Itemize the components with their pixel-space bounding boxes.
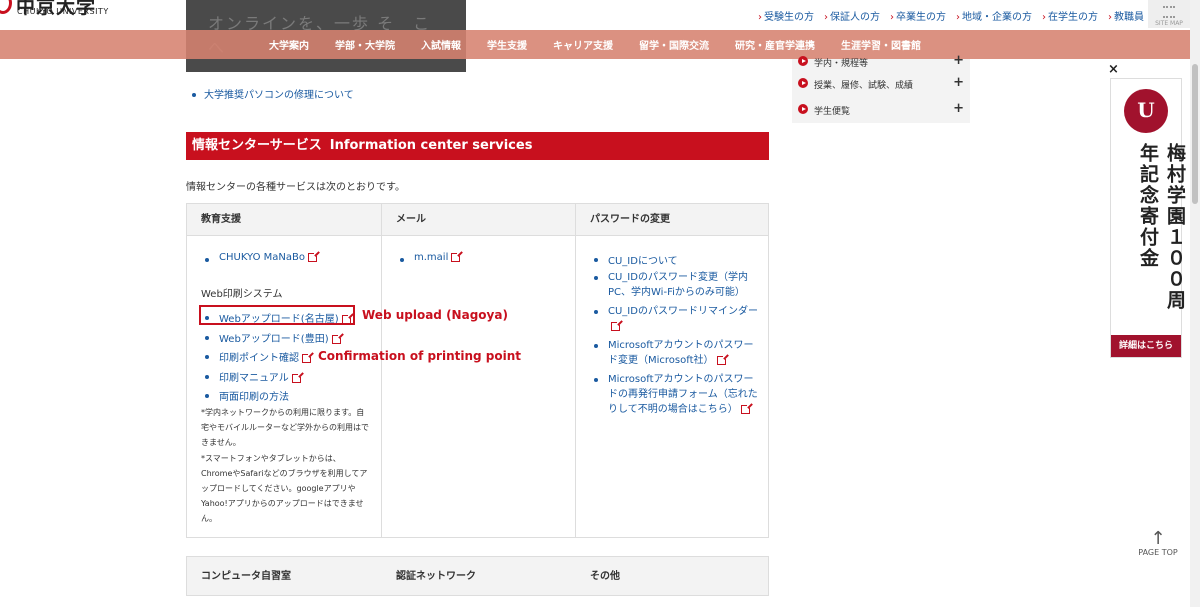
bullet: [594, 276, 598, 280]
annotation-printing-point: Confirmation of printing point: [318, 349, 522, 363]
column-header: メール: [382, 204, 575, 236]
sidebar-menu: 学内・規程等 + 授業、履修、試験、成績 + 学生便覧 +: [792, 53, 970, 123]
external-link-icon: [307, 250, 319, 262]
plus-icon: +: [953, 53, 964, 68]
global-nav: 大学案内 学部・大学院 入試情報 学生支援 キャリア支援 留学・国際交流 研究・…: [0, 30, 1190, 59]
gnav-item-admissions[interactable]: 入試情報: [408, 37, 474, 52]
chevron-right-icon: ›: [1108, 12, 1112, 23]
bullet: [594, 378, 598, 382]
sidebar-item-handbook[interactable]: 学生便覧 +: [792, 100, 970, 122]
sitemap-button[interactable]: SITE MAP: [1148, 0, 1190, 28]
note-smartphone: *スマートフォンやタブレットからは、ChromeやSafariなどのブラウザを利…: [201, 454, 368, 523]
external-link-icon: [716, 353, 728, 365]
highlight-box: [199, 305, 355, 325]
cuid-password-change-link[interactable]: CU_IDのパスワード変更（学内PC、学内Wi-Fiからのみ可能）: [594, 270, 760, 300]
bullet: [205, 375, 209, 379]
cuid-about-link[interactable]: CU_IDについて: [594, 252, 758, 267]
external-link-icon: [331, 332, 343, 344]
column-password: パスワードの変更 CU_IDについて CU_IDのパスワード変更（学内PC、学内…: [576, 204, 768, 537]
chevron-right-icon: ›: [956, 12, 960, 23]
arrow-circle-icon: [798, 56, 808, 66]
web-upload-toyota-link[interactable]: Webアップロード(豊田): [205, 330, 343, 345]
external-link-icon: [451, 250, 463, 262]
top-link-students[interactable]: › 在学生の方: [1042, 8, 1098, 23]
services-table-row2: コンピュータ自習室 認証ネットワーク その他: [186, 556, 769, 596]
column-header-other: その他: [590, 571, 620, 582]
plus-icon: +: [953, 101, 964, 116]
ms-password-reissue-link[interactable]: Microsoftアカウントのパスワードの再発行申請フォーム（忘れたりして不明の…: [594, 372, 760, 417]
centennial-banner[interactable]: U 梅村学園１００周年記念寄付金 詳細はこちら: [1110, 78, 1186, 358]
gnav-item-library[interactable]: 生涯学習・図書館: [828, 37, 934, 52]
ms-password-change-link[interactable]: Microsoftアカウントのパスワード変更（Microsoft社）: [594, 338, 760, 368]
note-campus-only: *学内ネットワークからの利用に限ります。自宅やモバイルルーターなど学外からの利用…: [201, 408, 369, 447]
close-icon[interactable]: ×: [1108, 62, 1119, 77]
gnav-item-student-support[interactable]: 学生支援: [474, 37, 540, 52]
sidebar-item-rules[interactable]: 学内・規程等 +: [792, 52, 970, 74]
column-header-computer-room: コンピュータ自習室: [201, 571, 291, 582]
banner-details-button[interactable]: 詳細はこちら: [1111, 335, 1181, 357]
top-link-staff[interactable]: › 教職員: [1108, 8, 1144, 23]
bullet: [205, 355, 209, 359]
arrow-up-icon: ↑: [1150, 528, 1166, 549]
plus-icon: +: [953, 75, 964, 90]
top-link-community[interactable]: › 地域・企業の方: [956, 8, 1032, 23]
section-title: 情報センターサービス Information center services: [186, 132, 769, 160]
sidebar-item-classes[interactable]: 授業、履修、試験、成績 +: [792, 74, 970, 96]
logo-text-en: CHUKYO UNIVERSITY: [17, 7, 109, 16]
page-top-button[interactable]: ↑ PAGE TOP: [1134, 528, 1182, 558]
bullet: [400, 258, 404, 262]
column-education: 教育支援 CHUKYO MaNaBo Web印刷システム Webアップロード(名…: [187, 204, 382, 537]
bullet: [594, 258, 598, 262]
gnav-item-research[interactable]: 研究・産官学連携: [722, 37, 828, 52]
bullet: [205, 258, 209, 262]
print-manual-link[interactable]: 印刷マニュアル: [205, 369, 303, 384]
external-link-icon: [611, 319, 622, 331]
sitemap-icon: [1163, 6, 1175, 18]
services-table: 教育支援 CHUKYO MaNaBo Web印刷システム Webアップロード(名…: [186, 203, 769, 538]
pc-repair-link[interactable]: 大学推奨パソコンの修理について: [192, 86, 354, 101]
gnav-item-international[interactable]: 留学・国際交流: [626, 37, 722, 52]
external-link-icon: [740, 402, 752, 414]
manabo-link[interactable]: CHUKYO MaNaBo: [205, 250, 319, 263]
top-link-guardians[interactable]: › 保証人の方: [824, 8, 880, 23]
intro-text: 情報センターの各種サービスは次のとおりです。: [186, 182, 405, 193]
cuid-reminder-link[interactable]: CU_IDのパスワードリマインダー: [594, 304, 760, 334]
column-header-auth-network: 認証ネットワーク: [396, 571, 476, 582]
top-link-applicants[interactable]: › 受験生の方: [758, 8, 814, 23]
bullet: [594, 310, 598, 314]
scrollbar-thumb[interactable]: [1192, 64, 1198, 204]
gnav-item-about[interactable]: 大学案内: [256, 37, 322, 52]
bullet: [205, 336, 209, 340]
gnav-item-faculties[interactable]: 学部・大学院: [322, 37, 408, 52]
column-header: 教育支援: [187, 204, 381, 236]
bullet: [192, 93, 196, 97]
arrow-circle-icon: [798, 78, 808, 88]
chevron-right-icon: ›: [1042, 12, 1046, 23]
column-header: パスワードの変更: [576, 204, 768, 236]
chevron-right-icon: ›: [890, 12, 894, 23]
scrollbar[interactable]: [1190, 0, 1200, 607]
bullet: [594, 344, 598, 348]
logo-mark-icon: [0, 0, 12, 14]
column-mail: メール m.mail: [382, 204, 576, 537]
external-link-icon: [291, 371, 303, 383]
duplex-print-link[interactable]: 両面印刷の方法: [205, 388, 289, 403]
external-link-icon: [302, 351, 313, 363]
gnav-item-career[interactable]: キャリア支援: [540, 37, 626, 52]
print-point-link[interactable]: 印刷ポイント確認: [205, 349, 313, 364]
chevron-right-icon: ›: [758, 12, 762, 23]
annotation-web-upload: Web upload (Nagoya): [362, 308, 508, 322]
top-link-alumni[interactable]: › 卒業生の方: [890, 8, 946, 23]
university-logo[interactable]: 中京大学 CHUKYO UNIVERSITY: [0, 0, 130, 28]
web-print-label: Web印刷システム: [201, 289, 283, 300]
banner-text: 梅村学園１００周年記念寄付金: [1137, 143, 1186, 311]
mmail-link[interactable]: m.mail: [400, 250, 463, 263]
chevron-right-icon: ›: [824, 12, 828, 23]
top-links: › 受験生の方 › 保証人の方 › 卒業生の方 › 地域・企業の方 › 在学生の方 › 教職…: [758, 8, 1144, 23]
emblem-logo: U: [1124, 89, 1168, 133]
bullet: [205, 394, 209, 398]
arrow-circle-icon: [798, 104, 808, 114]
